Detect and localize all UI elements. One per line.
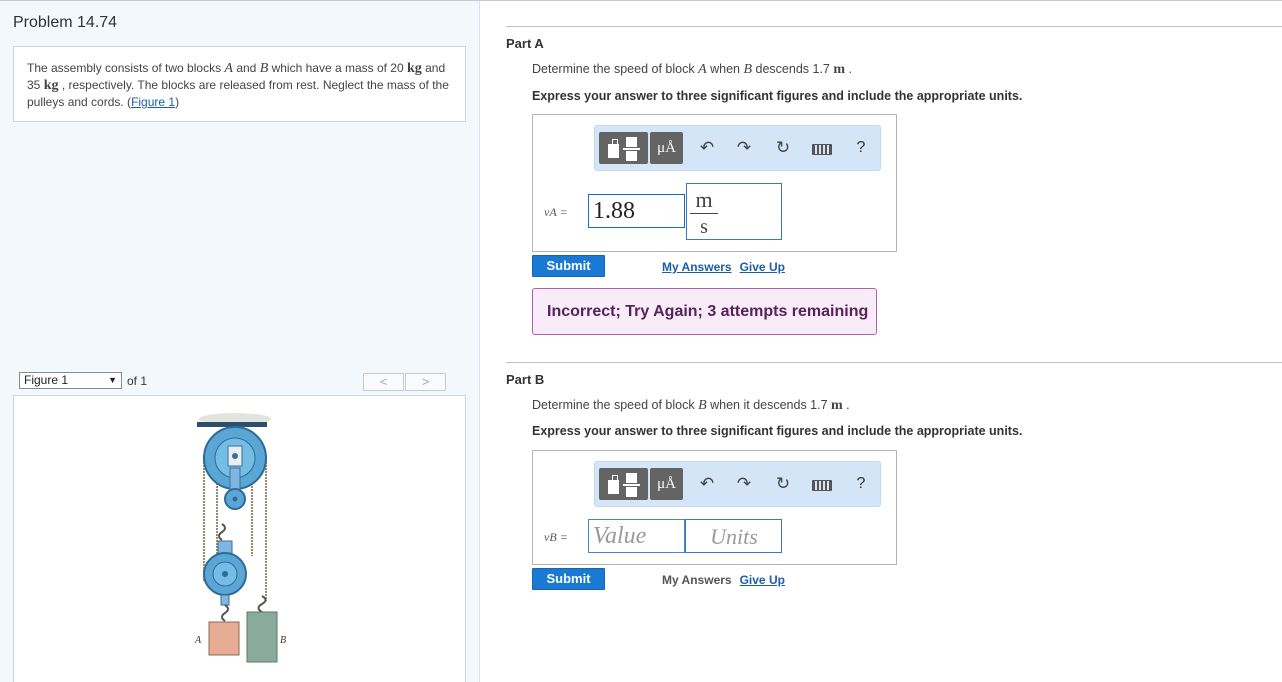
vb-units-input[interactable]: Units bbox=[685, 519, 782, 553]
keyboard-icon[interactable] bbox=[812, 480, 832, 491]
my-answers-link: My Answers bbox=[662, 573, 732, 587]
figure-viewer: A B bbox=[13, 395, 466, 682]
reset-icon[interactable]: ↻ bbox=[771, 136, 795, 160]
question-var-b: B bbox=[698, 398, 707, 413]
units-symbols-icon[interactable]: μÅ bbox=[650, 132, 683, 164]
label-a: A bbox=[194, 635, 202, 646]
part-a-answer-links: My Answers Give Up bbox=[662, 260, 793, 274]
part-b-answer-box: μÅ ↶ ↷ ↻ ? vB = Value Units bbox=[532, 450, 897, 565]
previous-figure-button[interactable]: < bbox=[363, 373, 404, 391]
redo-icon[interactable]: ↷ bbox=[732, 136, 756, 160]
statement-text: The assembly consists of two blocks bbox=[27, 61, 225, 75]
question-text: when it descends 1.7 bbox=[706, 398, 832, 412]
block-a-var: A bbox=[224, 61, 233, 76]
undo-icon[interactable]: ↶ bbox=[695, 472, 719, 496]
give-up-link[interactable]: Give Up bbox=[740, 260, 785, 274]
unit-fraction: m s bbox=[687, 186, 721, 240]
question-text: when bbox=[706, 62, 744, 76]
unit-kg: kg bbox=[407, 61, 422, 76]
upper-axle bbox=[232, 453, 238, 459]
part-a-submit-button[interactable]: Submit bbox=[532, 255, 605, 277]
part-b-instruction: Express your answer to three significant… bbox=[532, 424, 1023, 438]
part-b-answer-links: My Answers Give Up bbox=[662, 573, 793, 587]
equation-toolbar: μÅ ↶ ↷ ↻ ? bbox=[594, 125, 881, 171]
question-text: Determine the speed of block bbox=[532, 398, 699, 412]
statement-text: ) bbox=[175, 95, 180, 109]
answer-panel: Part A Determine the speed of block A wh… bbox=[480, 0, 1282, 682]
block-a bbox=[208, 621, 240, 656]
figure-count: of 1 bbox=[127, 374, 148, 388]
va-units-input[interactable]: m s bbox=[686, 183, 782, 240]
help-icon[interactable]: ? bbox=[849, 136, 873, 160]
question-text: Determine the speed of block bbox=[532, 62, 699, 76]
part-b-question: Determine the speed of block B when it d… bbox=[532, 398, 850, 414]
units-placeholder: Units bbox=[710, 524, 758, 549]
part-b-title: Part B bbox=[506, 372, 545, 387]
vb-label: vB = bbox=[544, 530, 568, 544]
va-label: vA = bbox=[544, 205, 568, 219]
unit-kg: kg bbox=[43, 78, 59, 93]
label-b: B bbox=[280, 635, 286, 646]
undo-icon[interactable]: ↶ bbox=[695, 136, 719, 160]
my-answers-link[interactable]: My Answers bbox=[662, 260, 732, 274]
small-pulley-axle bbox=[232, 496, 238, 502]
templates-icon[interactable] bbox=[599, 132, 648, 164]
equation-toolbar: μÅ ↶ ↷ ↻ ? bbox=[594, 461, 881, 507]
question-text: descends 1.7 bbox=[752, 62, 834, 76]
pulley-assembly-figure: A B bbox=[194, 413, 286, 663]
part-a-title: Part A bbox=[506, 36, 544, 51]
problem-panel: Problem 14.74 The assembly consists of t… bbox=[0, 1, 480, 682]
statement-text: and bbox=[232, 61, 260, 75]
va-value-input[interactable]: 1.88 bbox=[588, 194, 685, 228]
problem-title: Problem 14.74 bbox=[13, 14, 118, 31]
unit-denominator: s bbox=[700, 216, 708, 238]
part-a-answer-box: μÅ ↶ ↷ ↻ ? vA = 1.88 m s bbox=[532, 114, 897, 252]
part-a-divider bbox=[506, 26, 1282, 27]
units-symbols-icon[interactable]: μÅ bbox=[650, 468, 683, 500]
question-var-b: B bbox=[743, 62, 753, 77]
figure-link[interactable]: Figure 1 bbox=[131, 95, 175, 109]
help-icon[interactable]: ? bbox=[849, 472, 873, 496]
vb-value-input[interactable]: Value bbox=[588, 519, 685, 553]
lower-axle bbox=[222, 571, 228, 577]
lower-hanger bbox=[220, 594, 230, 606]
hook-a bbox=[221, 604, 229, 622]
dropdown-arrow-icon: ▼ bbox=[108, 375, 117, 385]
give-up-link[interactable]: Give Up bbox=[740, 573, 785, 587]
block-b bbox=[246, 611, 278, 663]
statement-text: which have a mass of 20 bbox=[268, 61, 407, 75]
keyboard-icon[interactable] bbox=[812, 144, 832, 155]
figure-select-value: Figure 1 bbox=[24, 373, 69, 387]
figure-navigation: Figure 1 ▼ of 1 < > bbox=[13, 370, 466, 392]
block-b-var: B bbox=[259, 61, 269, 76]
part-b-submit-button[interactable]: Submit bbox=[532, 568, 605, 590]
part-a-question: Determine the speed of block A when B de… bbox=[532, 62, 852, 78]
question-var-a: A bbox=[698, 62, 707, 77]
redo-icon[interactable]: ↷ bbox=[732, 472, 756, 496]
hook bbox=[218, 523, 226, 541]
statement-text: , respectively. The blocks are released … bbox=[27, 78, 449, 109]
question-text: . bbox=[842, 398, 850, 412]
question-unit: m bbox=[831, 398, 843, 413]
question-text: . bbox=[845, 62, 852, 76]
reset-icon[interactable]: ↻ bbox=[771, 472, 795, 496]
hook-b bbox=[257, 595, 267, 613]
part-a-instruction: Express your answer to three significant… bbox=[532, 89, 1023, 103]
templates-icon[interactable] bbox=[599, 468, 648, 500]
problem-statement: The assembly consists of two blocks A an… bbox=[13, 46, 466, 122]
feedback-message: Incorrect; Try Again; 3 attempts remaini… bbox=[532, 288, 877, 335]
question-unit: m bbox=[833, 62, 846, 77]
figure-select[interactable]: Figure 1 ▼ bbox=[19, 372, 122, 389]
next-figure-button[interactable]: > bbox=[405, 373, 446, 391]
part-b-divider bbox=[506, 362, 1282, 363]
unit-numerator: m bbox=[695, 187, 713, 212]
